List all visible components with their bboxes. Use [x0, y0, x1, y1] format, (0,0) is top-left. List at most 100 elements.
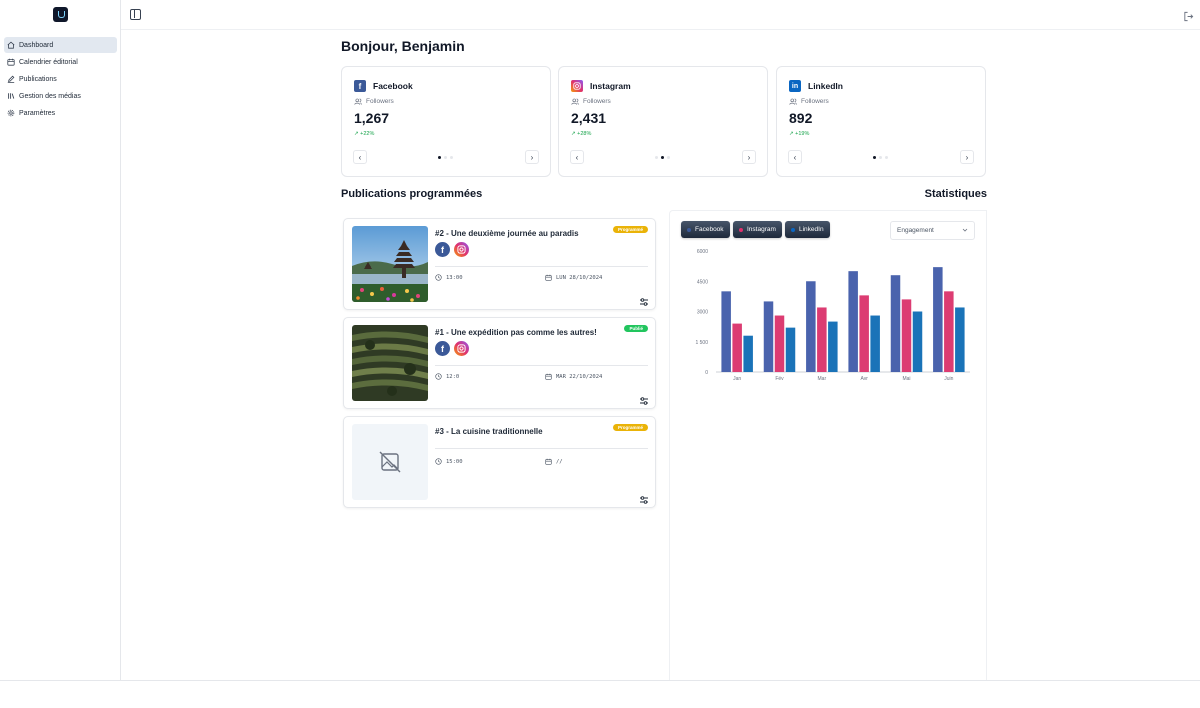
instagram-icon [571, 80, 583, 92]
bar-Mar-series-3 [828, 321, 838, 372]
followers-label: Followers [354, 98, 394, 105]
next-button[interactable]: › [960, 150, 974, 164]
metric-select[interactable]: Engagement [890, 221, 975, 240]
pen-icon [7, 75, 15, 83]
app-logo[interactable] [53, 7, 68, 22]
bar-Avr-series-1 [848, 271, 858, 372]
stat-card-header: in LinkedIn [789, 80, 843, 92]
prev-button[interactable]: ‹ [353, 150, 367, 164]
bar-Juin-series-1 [933, 267, 943, 372]
users-icon [789, 98, 797, 105]
statistics-panel: Facebook Instagram LinkedIn Engagement 0… [669, 210, 987, 680]
sliders-icon[interactable] [639, 294, 649, 306]
app-root: Dashboard Calendrier éditorial Publicati… [0, 0, 1200, 708]
network-name: Instagram [590, 81, 631, 91]
sidebar-item-settings[interactable]: Paramètres [4, 105, 117, 121]
growth-indicator: ↗ +28% [571, 131, 592, 137]
instagram-icon [454, 242, 469, 257]
post-card[interactable]: #2 - Une deuxième journée au paradis Pro… [343, 218, 656, 310]
prev-button[interactable]: ‹ [570, 150, 584, 164]
status-badge: Programmé [612, 226, 648, 233]
x-tick-label: Avr [860, 376, 868, 382]
home-icon [7, 41, 15, 49]
sidebar-item-label: Gestion des médias [19, 92, 81, 100]
filter-facebook-button[interactable]: Facebook [681, 221, 730, 238]
sidebar: Dashboard Calendrier éditorial Publicati… [0, 0, 121, 680]
bar-Fév-series-2 [774, 315, 785, 372]
sidebar-item-dashboard[interactable]: Dashboard [4, 37, 117, 53]
y-tick-label: 1 500 [695, 340, 708, 346]
filter-instagram-button[interactable]: Instagram [733, 221, 782, 238]
x-tick-label: Mai [902, 376, 910, 382]
sidebar-item-media[interactable]: Gestion des médias [4, 88, 117, 104]
page-title: Bonjour, Benjamin [341, 38, 465, 54]
logout-icon[interactable] [1183, 9, 1194, 22]
x-tick-label: Mar [818, 376, 827, 382]
footer-divider [0, 680, 1200, 681]
post-networks: f [435, 242, 469, 257]
image-off-icon [379, 451, 401, 473]
topbar [121, 0, 1200, 30]
rice-terrace-photo [352, 325, 428, 401]
users-icon [354, 98, 362, 105]
divider [435, 266, 648, 267]
status-badge: Programmé [612, 424, 648, 431]
divider [435, 448, 648, 449]
sliders-icon[interactable] [639, 393, 649, 405]
sidebar-nav: Dashboard Calendrier éditorial Publicati… [4, 37, 117, 122]
followers-count: 892 [789, 110, 813, 126]
stat-card-linkedin: in LinkedIn Followers 892 ↗ +19% ‹ › [776, 66, 986, 177]
prev-button[interactable]: ‹ [788, 150, 802, 164]
stat-card-header: Instagram [571, 80, 631, 92]
facebook-icon: f [435, 341, 450, 356]
post-card[interactable]: #3 - La cuisine traditionnelle Programmé… [343, 416, 656, 508]
sidebar-toggle-icon[interactable] [130, 9, 141, 20]
carousel-dots [873, 156, 888, 159]
followers-count: 2,431 [571, 110, 607, 126]
x-tick-label: Juin [944, 376, 953, 382]
stats-section-title: Statistiques [924, 188, 987, 200]
facebook-icon: f [354, 80, 366, 92]
bar-Fév-series-1 [763, 301, 774, 372]
sidebar-item-publications[interactable]: Publications [4, 71, 117, 87]
legend-dot [687, 227, 691, 232]
gear-icon [7, 109, 15, 117]
next-button[interactable]: › [742, 150, 756, 164]
calendar-icon [7, 58, 15, 66]
followers-count: 1,267 [354, 110, 390, 126]
x-tick-label: Jan [733, 376, 741, 382]
growth-indicator: ↗ +19% [789, 131, 810, 137]
bar-Jan-series-3 [743, 335, 753, 372]
users-icon [571, 98, 579, 105]
bar-Jan-series-1 [721, 291, 731, 372]
sidebar-item-label: Publications [19, 75, 57, 83]
bar-Jan-series-2 [732, 323, 742, 372]
chevron-down-icon [962, 228, 968, 232]
bar-Fév-series-3 [785, 327, 796, 372]
growth-indicator: ↗ +22% [354, 131, 375, 137]
legend-dot [739, 227, 743, 232]
stat-card-facebook: f Facebook Followers 1,267 ↗ +22% ‹ › [341, 66, 551, 177]
followers-label: Followers [789, 98, 829, 105]
bar-Mai-series-3 [912, 311, 923, 372]
calendar-icon [545, 458, 552, 465]
post-networks: f [435, 341, 469, 356]
filter-linkedin-button[interactable]: LinkedIn [785, 221, 830, 238]
network-name: LinkedIn [808, 81, 843, 91]
x-tick-label: Fév [775, 376, 784, 382]
bar-chart: 0 1 500 3000 4500 6000 Jan Fév Mar Avr Mai Juin [695, 249, 970, 382]
no-image-placeholder [352, 424, 428, 500]
y-tick-label: 3000 [697, 310, 708, 316]
linkedin-icon: in [789, 80, 801, 92]
next-button[interactable]: › [525, 150, 539, 164]
bar-Juin-series-2 [944, 291, 954, 372]
calendar-icon [545, 274, 552, 281]
post-card[interactable]: #1 - Une expédition pas comme les autres… [343, 317, 656, 409]
bar-Juin-series-3 [955, 307, 965, 372]
post-time: 12:0 [435, 373, 459, 380]
sidebar-item-label: Calendrier éditorial [19, 58, 78, 66]
sidebar-item-calendar[interactable]: Calendrier éditorial [4, 54, 117, 70]
y-tick-label: 0 [705, 370, 708, 376]
clock-icon [435, 373, 442, 380]
sliders-icon[interactable] [639, 492, 649, 504]
